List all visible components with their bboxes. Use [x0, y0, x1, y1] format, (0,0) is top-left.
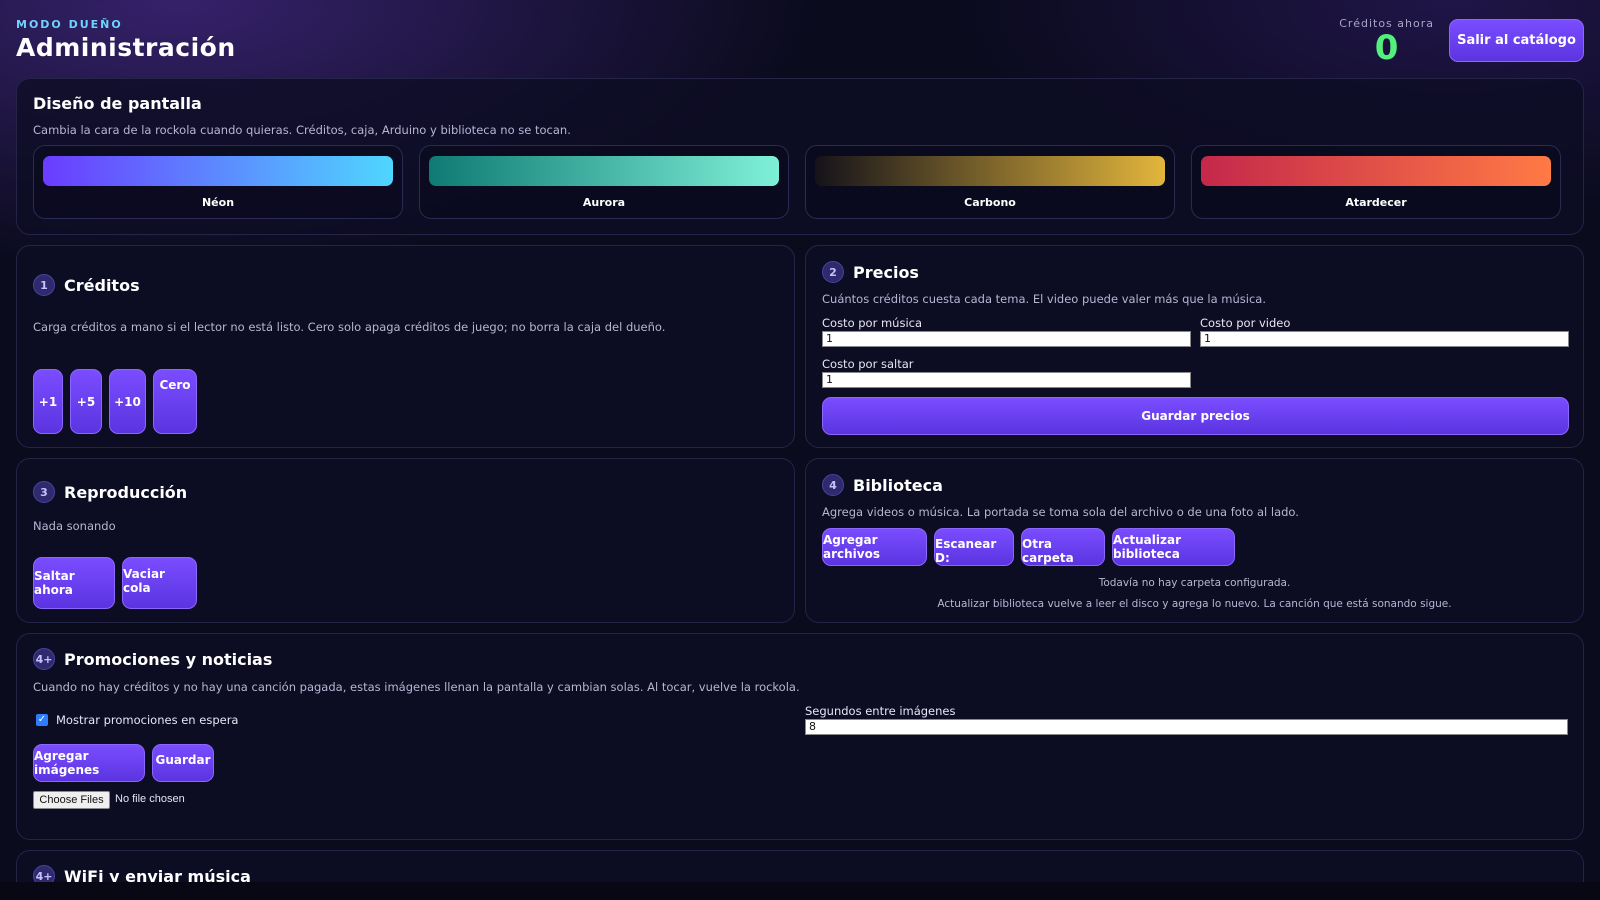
add-10-credits-button[interactable]: +10: [109, 369, 146, 434]
theme-swatch: [815, 156, 1165, 186]
theme-neon[interactable]: Néon: [33, 145, 403, 219]
library-desc: Agrega videos o música. La portada se to…: [822, 505, 1299, 519]
theme-name: Carbono: [964, 196, 1016, 209]
bottom-edge: [0, 882, 1600, 900]
add-5-credits-button[interactable]: +5: [70, 369, 102, 434]
credits-title: Créditos: [64, 275, 140, 295]
zero-credits-button[interactable]: Cero: [153, 369, 197, 434]
show-promotions-checkbox[interactable]: ✓: [36, 714, 48, 726]
step-badge: 1: [33, 274, 55, 296]
promotions-header: 4+ Promociones y noticias: [33, 648, 272, 670]
theme-name: Aurora: [582, 196, 626, 209]
skip-cost-label: Costo por saltar: [822, 357, 914, 371]
choose-files-button[interactable]: Choose Files: [33, 791, 110, 809]
save-prices-button[interactable]: Guardar precios: [822, 397, 1569, 435]
step-badge: 2: [822, 261, 844, 283]
step-badge: 3: [33, 481, 55, 503]
prices-title: Precios: [853, 262, 919, 282]
theme-carbono[interactable]: Carbono: [805, 145, 1175, 219]
add-files-button[interactable]: Agregar archivos: [822, 528, 927, 566]
library-card: 4 Biblioteca Agrega videos o música. La …: [805, 458, 1584, 623]
other-folder-button[interactable]: Otra carpeta: [1021, 528, 1105, 566]
add-images-button[interactable]: Agregar imágenes: [33, 744, 145, 782]
theme-name: Atardecer: [1345, 196, 1407, 209]
prices-header: 2 Precios: [822, 261, 919, 283]
step-badge: 4+: [33, 648, 55, 670]
credits-now-value: 0: [1374, 28, 1399, 68]
add-1-credit-button[interactable]: +1: [33, 369, 63, 434]
video-cost-input[interactable]: 1: [1200, 331, 1569, 347]
credits-desc: Carga créditos a mano si el lector no es…: [33, 320, 666, 334]
theme-swatch: [43, 156, 393, 186]
design-desc: Cambia la cara de la rockola cuando quie…: [33, 123, 571, 137]
theme-name: Néon: [201, 196, 235, 209]
seconds-between-images-label: Segundos entre imágenes: [805, 704, 956, 718]
video-cost-label: Costo por video: [1200, 316, 1291, 330]
music-cost-input[interactable]: 1: [822, 331, 1191, 347]
exit-catalog-button[interactable]: Salir al catálogo: [1449, 19, 1584, 62]
promotions-title: Promociones y noticias: [64, 649, 273, 669]
design-title: Diseño de pantalla: [33, 94, 202, 113]
credits-header: 1 Créditos: [33, 274, 140, 296]
header: MODO DUEÑO Administración Créditos ahora…: [16, 17, 1584, 78]
playback-card: 3 Reproducción Nada sonando Saltar ahora…: [16, 458, 795, 623]
skip-cost-input[interactable]: 1: [822, 372, 1191, 388]
theme-aurora[interactable]: Aurora: [419, 145, 789, 219]
file-status-text: No file chosen: [115, 793, 185, 805]
prices-desc: Cuántos créditos cuesta cada tema. El vi…: [822, 292, 1267, 306]
theme-atardecer[interactable]: Atardecer: [1191, 145, 1561, 219]
promotions-card: 4+ Promociones y noticias Cuando no hay …: [16, 633, 1584, 840]
playback-title: Reproducción: [64, 482, 188, 502]
skip-now-button[interactable]: Saltar ahora: [33, 557, 115, 609]
theme-swatch: [429, 156, 779, 186]
library-refresh-note: Actualizar biblioteca vuelve a leer el d…: [937, 598, 1452, 610]
seconds-between-images-input[interactable]: 8: [805, 719, 1568, 735]
library-header: 4 Biblioteca: [822, 474, 943, 496]
credits-card: 1 Créditos Carga créditos a mano si el l…: [16, 245, 795, 448]
now-playing-status: Nada sonando: [33, 519, 116, 533]
library-folder-note: Todavía no hay carpeta configurada.: [1098, 577, 1291, 589]
step-badge: 4: [822, 474, 844, 496]
promotions-desc: Cuando no hay créditos y no hay una canc…: [33, 680, 800, 694]
design-card: Diseño de pantalla Cambia la cara de la …: [16, 78, 1584, 235]
library-title: Biblioteca: [853, 475, 943, 495]
save-promotions-button[interactable]: Guardar: [152, 744, 214, 782]
playback-header: 3 Reproducción: [33, 481, 187, 503]
theme-swatch: [1201, 156, 1551, 186]
credits-now: Créditos ahora 0: [1339, 17, 1434, 66]
music-cost-label: Costo por música: [822, 316, 923, 330]
prices-card: 2 Precios Cuántos créditos cuesta cada t…: [805, 245, 1584, 448]
scan-drive-button[interactable]: Escanear D:: [934, 528, 1014, 566]
show-promotions-label: Mostrar promociones en espera: [56, 713, 239, 727]
clear-queue-button[interactable]: Vaciar cola: [122, 557, 197, 609]
refresh-library-button[interactable]: Actualizar biblioteca: [1112, 528, 1235, 566]
